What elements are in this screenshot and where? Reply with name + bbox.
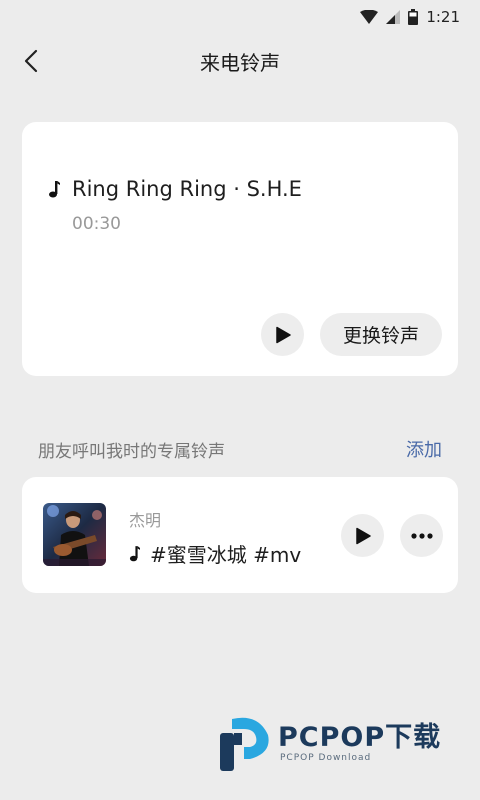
friend-play-button[interactable] — [341, 514, 384, 557]
music-note-icon — [49, 181, 60, 198]
current-song-duration: 00:30 — [72, 214, 121, 234]
friend-ringtone-item[interactable]: 杰明 #蜜雪冰城 #mv — [22, 477, 458, 593]
music-note-icon — [129, 546, 140, 562]
friend-name: 杰明 — [129, 511, 162, 530]
guitarist-photo-icon — [43, 503, 106, 566]
status-bar: 1:21 — [0, 0, 480, 34]
current-song-row: Ring Ring Ring · S.H.E — [48, 177, 302, 201]
current-ringtone-card: Ring Ring Ring · S.H.E 00:30 更换铃声 — [22, 122, 458, 376]
friends-section-title: 朋友呼叫我时的专属铃声 — [38, 441, 225, 462]
more-dots-icon — [410, 532, 433, 539]
nav-bar: 来电铃声 — [0, 34, 480, 88]
add-button[interactable]: 添加 — [406, 436, 442, 462]
status-time: 1:21 — [426, 8, 460, 26]
change-ringtone-button[interactable]: 更换铃声 — [320, 313, 442, 356]
play-icon — [355, 527, 371, 544]
watermark-title: PCPOP下载 — [278, 722, 442, 753]
chevron-left-icon — [24, 49, 38, 73]
wifi-icon — [360, 10, 379, 24]
page-title: 来电铃声 — [200, 50, 280, 75]
friends-section-header: 朋友呼叫我时的专属铃声 添加 — [38, 436, 442, 462]
play-icon — [275, 326, 291, 343]
play-button[interactable] — [261, 313, 304, 356]
friend-song-row: #蜜雪冰城 #mv — [129, 539, 301, 568]
friend-avatar — [43, 503, 106, 566]
watermark-subtitle: PCPOP Download — [280, 753, 372, 763]
current-song-title: Ring Ring Ring · S.H.E — [72, 177, 302, 201]
watermark-text: PCPOP下载 PCPOP Download — [278, 722, 442, 764]
pcpop-logo-icon — [220, 717, 269, 771]
more-options-button[interactable] — [400, 514, 443, 557]
friend-song-title: #蜜雪冰城 #mv — [150, 543, 302, 567]
back-button[interactable] — [14, 44, 48, 78]
pcpop-watermark: PCPOP下载 PCPOP Download — [218, 712, 468, 774]
signal-icon — [386, 10, 401, 24]
battery-icon — [408, 9, 419, 25]
